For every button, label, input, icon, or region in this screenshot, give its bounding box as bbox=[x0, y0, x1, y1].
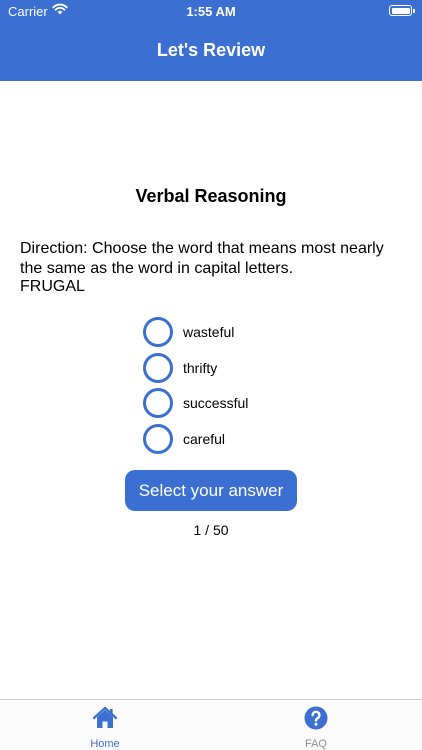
option-successful[interactable]: successful bbox=[143, 388, 343, 418]
option-label: thrifty bbox=[183, 360, 218, 376]
option-label: successful bbox=[183, 395, 249, 411]
tab-faq[interactable]: FAQ bbox=[286, 706, 346, 750]
question-direction: Direction: Choose the word that means mo… bbox=[20, 240, 384, 277]
option-label: careful bbox=[183, 431, 226, 447]
option-label: wasteful bbox=[183, 324, 235, 340]
option-thrifty[interactable]: thrifty bbox=[143, 353, 343, 383]
radio-button[interactable] bbox=[143, 388, 173, 418]
option-wasteful[interactable]: wasteful bbox=[143, 317, 343, 347]
tab-label: Home bbox=[90, 738, 120, 750]
home-icon bbox=[75, 706, 135, 735]
battery-icon bbox=[389, 5, 415, 16]
tab-bar: Home FAQ bbox=[0, 699, 422, 750]
question-circle-icon bbox=[286, 706, 346, 735]
tab-label: FAQ bbox=[304, 738, 327, 750]
select-answer-button[interactable]: Select your answer bbox=[125, 470, 297, 511]
page-title: Let's Review bbox=[156, 40, 266, 60]
tab-home[interactable]: Home bbox=[75, 706, 135, 750]
app-header: Carrier 1:55 AM Let's Review bbox=[0, 0, 422, 81]
radio-button[interactable] bbox=[143, 317, 173, 347]
section-title: Verbal Reasoning bbox=[135, 186, 287, 206]
progress-counter: 1 / 50 bbox=[193, 522, 229, 538]
radio-button[interactable] bbox=[143, 424, 173, 454]
status-time: 1:55 AM bbox=[186, 4, 236, 19]
question-word: FRUGAL bbox=[20, 278, 85, 295]
status-bar: Carrier 1:55 AM bbox=[0, 0, 422, 24]
radio-button[interactable] bbox=[143, 353, 173, 383]
option-careful[interactable]: careful bbox=[143, 424, 343, 454]
